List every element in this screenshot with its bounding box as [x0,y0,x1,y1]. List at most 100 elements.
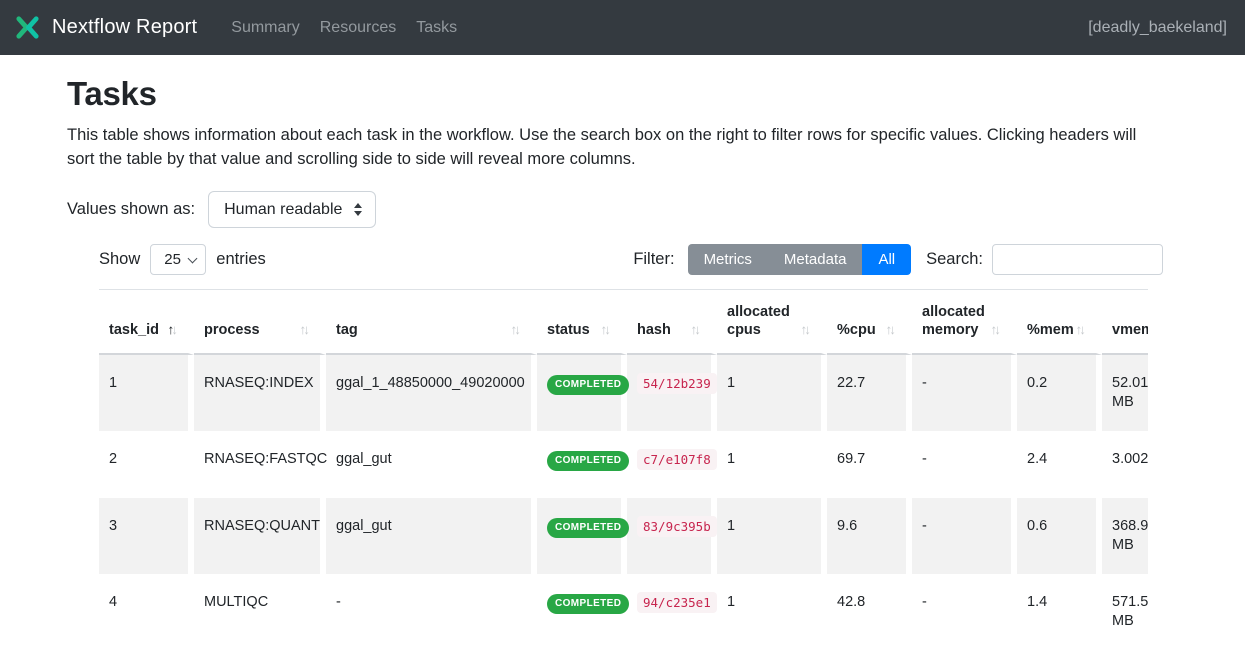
values-shown-select[interactable]: Human readable [208,191,376,228]
sort-icon: ↑↓ [300,321,311,339]
cell-task_id: 1 [99,355,194,431]
column-header-allocated_memory[interactable]: allocated memory↑↓ [912,290,1017,355]
sort-icon: ↑↓ [991,321,1002,339]
column-header-status[interactable]: status↑↓ [537,290,627,355]
task-hash: c7/e107f8 [637,449,717,470]
sort-icon: ↑↓ [1076,321,1087,339]
cell-hash: 54/12b239 [627,355,717,431]
tasks-table: task_id↑↓process↑↓tag↑↓status↑↓hash↑↓all… [99,290,1148,650]
status-badge: COMPLETED [547,518,629,538]
values-shown-label: Values shown as: [67,200,195,219]
cell-allocated_memory: - [912,574,1017,650]
cell-hash: c7/e107f8 [627,431,717,498]
nextflow-logo-icon [14,14,41,41]
nav-link-resources[interactable]: Resources [310,11,406,45]
cell-pct_cpu: 42.8 [827,574,912,650]
sort-icon: ↑↓ [801,321,812,339]
entries-label: entries [216,250,266,269]
task-hash: 94/c235e1 [637,592,717,613]
search-label: Search: [926,250,983,269]
cell-status: COMPLETED [537,498,627,574]
column-label: allocated cpus [727,303,801,339]
status-badge: COMPLETED [547,375,629,395]
entries-value: 25 [164,251,189,268]
column-label: process [204,321,300,339]
cell-process: RNASEQ:INDEX [194,355,326,431]
entries-select[interactable]: 25 [150,244,206,275]
cell-hash: 83/9c395b [627,498,717,574]
cell-tag: ggal_gut [326,498,537,574]
column-label: tag [336,321,511,339]
filter-metadata-button[interactable]: Metadata [768,244,863,275]
cell-pct_mem: 1.4 [1017,574,1102,650]
page-description: This table shows information about each … [67,123,1165,171]
column-label: %mem [1027,321,1076,339]
cell-allocated_memory: - [912,498,1017,574]
cell-hash: 94/c235e1 [627,574,717,650]
cell-allocated_cpus: 1 [717,355,827,431]
entries-control: Show 25 entries [99,244,266,275]
page-title: Tasks [67,75,1163,113]
cell-pct_mem: 0.2 [1017,355,1102,431]
show-label: Show [99,250,140,269]
search-control: Search: [926,244,1163,275]
cell-process: MULTIQC [194,574,326,650]
sort-icon: ↑↓ [601,321,612,339]
nav-links: Summary Resources Tasks [221,11,467,45]
column-header-allocated_cpus[interactable]: allocated cpus↑↓ [717,290,827,355]
datatable-controls: Show 25 entries Filter: Metrics Metadata… [99,244,1163,275]
cell-task_id: 2 [99,431,194,498]
filter-control: Filter: Metrics Metadata All [633,244,911,275]
cell-pct_cpu: 22.7 [827,355,912,431]
column-label: vmem [1112,321,1148,339]
column-header-pct_cpu[interactable]: %cpu↑↓ [827,290,912,355]
nav-link-tasks[interactable]: Tasks [406,11,467,45]
column-label: allocated memory [922,303,991,339]
cell-status: COMPLETED [537,431,627,498]
column-header-task_id[interactable]: task_id↑↓ [99,290,194,355]
table-row: 4MULTIQC-COMPLETED94/c235e1142.8-1.4571.… [99,574,1148,650]
column-header-process[interactable]: process↑↓ [194,290,326,355]
datatable-area: Show 25 entries Filter: Metrics Metadata… [99,244,1163,650]
cell-vmem: 368.95 MB [1102,498,1148,574]
filter-label: Filter: [633,250,674,269]
search-input[interactable] [992,244,1163,275]
filter-button-group: Metrics Metadata All [688,244,912,275]
column-label: hash [637,321,691,339]
navbar: Nextflow Report Summary Resources Tasks … [0,0,1245,55]
cell-allocated_cpus: 1 [717,574,827,650]
filter-metrics-button[interactable]: Metrics [688,244,768,275]
cell-pct_mem: 0.6 [1017,498,1102,574]
nav-link-summary[interactable]: Summary [221,11,309,45]
column-label: %cpu [837,321,886,339]
table-row: 2RNASEQ:FASTQCggal_gutCOMPLETEDc7/e107f8… [99,431,1148,498]
column-header-hash[interactable]: hash↑↓ [627,290,717,355]
run-name: [deadly_baekeland] [1088,19,1231,37]
cell-pct_mem: 2.4 [1017,431,1102,498]
filter-all-button[interactable]: All [862,244,911,275]
column-header-vmem[interactable]: vmem↑↓ [1102,290,1148,355]
column-label: status [547,321,601,339]
column-header-tag[interactable]: tag↑↓ [326,290,537,355]
tasks-table-wrapper[interactable]: task_id↑↓process↑↓tag↑↓status↑↓hash↑↓all… [99,289,1148,650]
column-header-pct_mem[interactable]: %mem↑↓ [1017,290,1102,355]
sort-icon: ↑↓ [511,321,522,339]
column-label: task_id [109,321,168,339]
brand-title: Nextflow Report [52,16,197,39]
cell-status: COMPLETED [537,574,627,650]
cell-task_id: 3 [99,498,194,574]
table-header-row: task_id↑↓process↑↓tag↑↓status↑↓hash↑↓all… [99,290,1148,355]
cell-tag: - [326,574,537,650]
sort-icon: ↑↓ [168,321,179,339]
sort-icon: ↑↓ [886,321,897,339]
cell-allocated_cpus: 1 [717,498,827,574]
cell-pct_cpu: 69.7 [827,431,912,498]
table-row: 1RNASEQ:INDEXggal_1_48850000_49020000COM… [99,355,1148,431]
cell-tag: ggal_1_48850000_49020000 [326,355,537,431]
cell-allocated_cpus: 1 [717,431,827,498]
chevron-down-icon [188,253,198,263]
cell-allocated_memory: - [912,431,1017,498]
cell-vmem: 52.016 MB [1102,355,1148,431]
values-shown-value: Human readable [224,201,342,219]
brand-link[interactable]: Nextflow Report [14,14,197,41]
